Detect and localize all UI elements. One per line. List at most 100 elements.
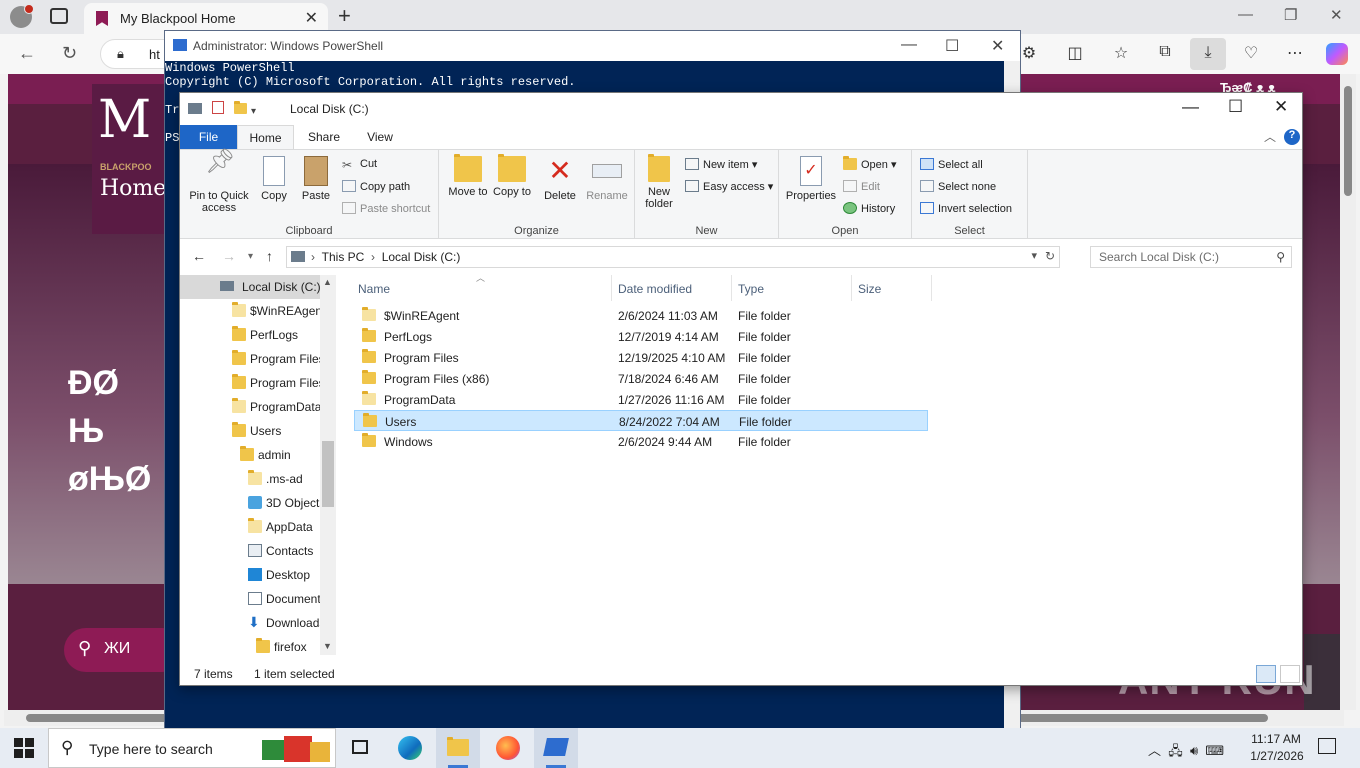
copy-button[interactable]: Copy: [256, 156, 292, 202]
help-icon[interactable]: ?: [1284, 129, 1300, 145]
forward-icon[interactable]: →: [222, 248, 236, 264]
nav-item[interactable]: .ms-ad: [180, 467, 320, 491]
nav-item[interactable]: firefox: [180, 635, 320, 655]
close-icon[interactable]: ✕: [991, 36, 1004, 56]
edit-button[interactable]: Edit: [843, 180, 880, 193]
nav-item[interactable]: Users: [180, 419, 320, 443]
scroll-down-icon[interactable]: ▼: [323, 641, 332, 651]
search-input[interactable]: [1091, 247, 1271, 267]
profile-avatar[interactable]: [10, 4, 34, 28]
back-icon[interactable]: ←: [192, 248, 206, 264]
volume-icon[interactable]: 🔊︎: [1190, 743, 1198, 758]
tab-share[interactable]: Share: [296, 125, 352, 149]
taskbar-app-edge[interactable]: [388, 728, 432, 768]
address-dropdown-icon[interactable]: ▾: [1031, 249, 1037, 262]
tab-actions-icon[interactable]: [50, 8, 68, 24]
minimize-icon[interactable]: —: [901, 36, 917, 54]
select-none-button[interactable]: Select none: [920, 180, 996, 193]
nav-item[interactable]: PerfLogs: [180, 323, 320, 347]
pin-to-quick-access-button[interactable]: 📌︎ Pin to Quick access: [186, 150, 252, 215]
properties-icon[interactable]: [212, 101, 224, 114]
file-row-selected[interactable]: Users 8/24/2022 7:04 AM File folder: [354, 410, 928, 431]
scrollbar-thumb[interactable]: [1344, 86, 1352, 196]
file-row[interactable]: $WinREAgent 2/6/2024 11:03 AM File folde…: [354, 305, 928, 326]
maximize-icon[interactable]: ☐: [1228, 97, 1243, 117]
column-header-date[interactable]: Date modified: [612, 275, 732, 301]
nav-item[interactable]: Desktop: [180, 563, 320, 587]
delete-button[interactable]: ✕ Delete: [539, 156, 581, 203]
new-tab-icon[interactable]: +: [338, 3, 351, 29]
clock-date[interactable]: 1/27/2026: [1246, 749, 1308, 763]
close-tab-icon[interactable]: ✕: [305, 8, 318, 28]
language-icon[interactable]: ⌨︎: [1205, 743, 1224, 758]
taskbar-app-firefox[interactable]: [486, 728, 530, 768]
paste-shortcut-button[interactable]: Paste shortcut: [342, 202, 430, 215]
column-header-name[interactable]: ︿ Name: [340, 273, 612, 301]
taskbar-app-file-explorer[interactable]: [436, 728, 480, 768]
cut-button[interactable]: ✂ Cut: [342, 158, 377, 172]
search-highlight-gifts-icon[interactable]: [262, 734, 332, 764]
downloads-icon[interactable]: ⤓: [1190, 38, 1226, 70]
easy-access-button[interactable]: Easy access ▾: [685, 180, 773, 193]
task-view-button[interactable]: [338, 728, 382, 768]
favorites-icon[interactable]: ☆: [1110, 43, 1132, 65]
taskbar-app-powershell[interactable]: [534, 728, 578, 768]
invert-selection-button[interactable]: Invert selection: [920, 202, 1012, 215]
nav-scrollbar[interactable]: ▲ ▼: [320, 275, 336, 655]
nav-item[interactable]: ProgramData: [180, 395, 320, 419]
file-row[interactable]: Program Files (x86) 7/18/2024 6:46 AM Fi…: [354, 368, 928, 389]
nav-item[interactable]: Contacts: [180, 539, 320, 563]
breadcrumb-local-disk[interactable]: Local Disk (C:): [382, 250, 461, 264]
rename-button[interactable]: Rename: [583, 156, 631, 202]
up-icon[interactable]: ↑: [266, 248, 273, 264]
powershell-title-bar[interactable]: Administrator: Windows PowerShell — ☐ ✕: [165, 31, 1020, 61]
more-icon[interactable]: ⋯: [1284, 43, 1306, 65]
collections-icon[interactable]: ⧉: [1154, 43, 1176, 65]
maximize-icon[interactable]: ☐: [945, 36, 959, 56]
new-folder-icon[interactable]: [234, 101, 247, 114]
file-explorer-window[interactable]: ▾ Local Disk (C:) — ☐ ✕ File Home Share …: [179, 92, 1303, 686]
properties-button[interactable]: ✓ Properties: [783, 156, 839, 202]
new-item-button[interactable]: New item ▾: [685, 158, 757, 171]
address-bar[interactable]: › This PC › Local Disk (C:) ▾ ↻: [286, 246, 1060, 268]
search-box[interactable]: ⚲: [1090, 246, 1292, 268]
open-button[interactable]: Open ▾: [843, 156, 897, 171]
new-folder-button[interactable]: New folder: [639, 154, 679, 210]
scrollbar-thumb[interactable]: [322, 441, 334, 507]
back-icon[interactable]: ←: [18, 43, 36, 64]
tab-home[interactable]: Home: [237, 125, 294, 149]
tab-file[interactable]: File: [180, 125, 237, 149]
clock-time[interactable]: 11:17 AM: [1250, 732, 1302, 746]
nav-item[interactable]: Program Files (x86): [180, 371, 320, 395]
paste-button[interactable]: Paste: [298, 156, 334, 202]
close-icon[interactable]: ✕: [1274, 97, 1288, 117]
network-icon[interactable]: 🖧︎: [1168, 743, 1183, 758]
column-header-type[interactable]: Type: [732, 275, 852, 301]
select-all-button[interactable]: Select all: [920, 158, 983, 171]
file-row[interactable]: ProgramData 1/27/2026 11:16 AM File fold…: [354, 389, 928, 410]
minimize-icon[interactable]: —: [1238, 6, 1253, 23]
file-row[interactable]: PerfLogs 12/7/2019 4:14 AM File folder: [354, 326, 928, 347]
nav-item[interactable]: Documents: [180, 587, 320, 611]
browser-essentials-icon[interactable]: ♡: [1240, 43, 1262, 65]
nav-item[interactable]: AppData: [180, 515, 320, 539]
copy-to-button[interactable]: Copy to: [491, 154, 533, 198]
start-button[interactable]: [14, 738, 34, 758]
nav-item-local-disk[interactable]: Local Disk (C:): [180, 275, 320, 299]
breadcrumb-this-pc[interactable]: This PC: [322, 250, 365, 264]
page-vertical-scrollbar[interactable]: [1340, 74, 1356, 710]
copilot-icon[interactable]: [1326, 43, 1348, 65]
notifications-icon[interactable]: [1318, 738, 1336, 754]
close-icon[interactable]: ✕: [1330, 6, 1343, 24]
nav-item[interactable]: $WinREAgent: [180, 299, 320, 323]
file-row[interactable]: Windows 2/6/2024 9:44 AM File folder: [354, 431, 928, 452]
nav-item[interactable]: admin: [180, 443, 320, 467]
history-button[interactable]: History: [843, 202, 895, 215]
nav-item[interactable]: Program Files: [180, 347, 320, 371]
system-tray[interactable]: ︿ 🖧︎ 🔊︎ ⌨︎: [1148, 740, 1224, 764]
quick-access-toolbar[interactable]: ▾: [188, 101, 256, 117]
minimize-icon[interactable]: —: [1182, 97, 1199, 117]
details-view-icon[interactable]: [1256, 665, 1276, 683]
show-hidden-icons-icon[interactable]: ︿: [1148, 743, 1161, 758]
tab-view[interactable]: View: [352, 125, 408, 149]
